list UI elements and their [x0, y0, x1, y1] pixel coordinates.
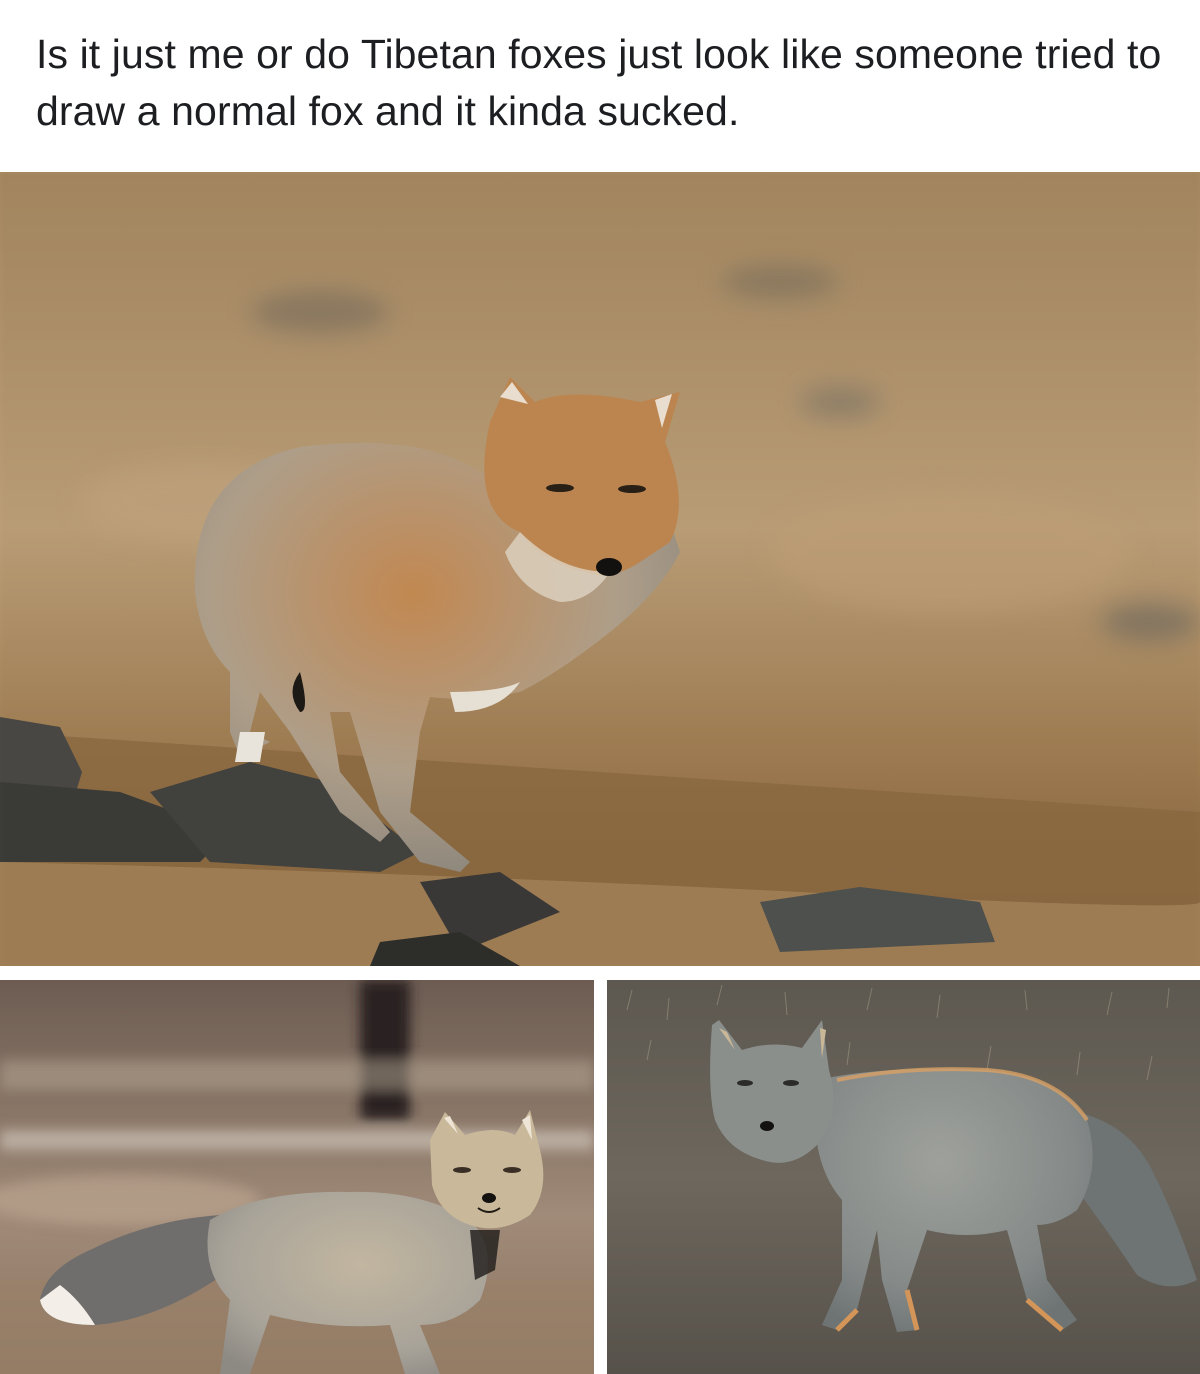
post-caption: Is it just me or do Tibetan foxes just l… — [36, 31, 1162, 134]
fox-photo-bottom-left[interactable] — [0, 980, 594, 1374]
fox-photo-main-illustration — [0, 172, 1200, 966]
fox-photo-bottom-right[interactable] — [607, 980, 1200, 1374]
fox-photo-main[interactable] — [0, 172, 1200, 966]
fox-photo-bottom-left-illustration — [0, 980, 594, 1374]
fox-photo-bottom-right-illustration — [607, 980, 1200, 1374]
